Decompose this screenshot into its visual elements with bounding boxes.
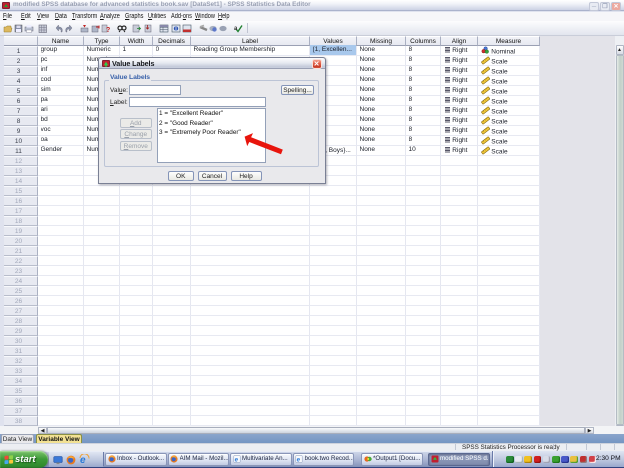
svg-text:e: e <box>80 455 86 465</box>
svg-text:?: ? <box>106 27 110 33</box>
